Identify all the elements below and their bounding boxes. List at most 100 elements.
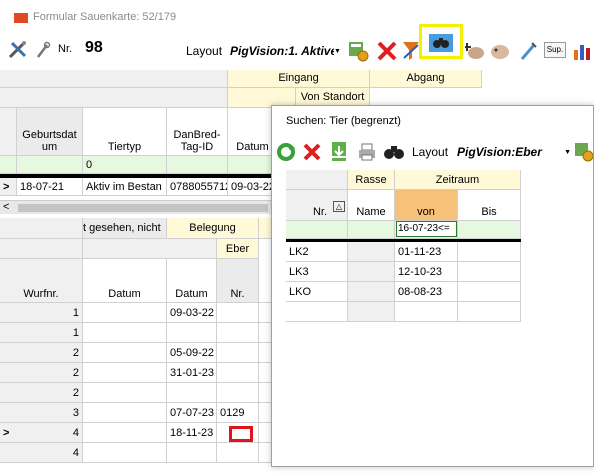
dialog-col-von[interactable]: von — [395, 190, 458, 221]
refresh-icon[interactable] — [275, 140, 297, 164]
print-icon[interactable] — [356, 140, 378, 164]
cell-datum2[interactable] — [167, 443, 217, 463]
cell-danbred[interactable]: 0788055712 — [167, 178, 228, 196]
cell-von[interactable]: 08-08-23 — [395, 282, 458, 302]
table-row[interactable]: LK2 01-11-23 — [286, 242, 521, 262]
cell-datum1[interactable] — [83, 443, 167, 463]
dialog-layout-label: Layout — [412, 145, 449, 159]
cell-wurfnr: 1 — [0, 303, 83, 323]
dialog-col-bis[interactable]: Bis — [458, 190, 521, 221]
filter-danbred[interactable] — [167, 156, 228, 174]
col-tiertyp[interactable]: Tiertyp — [83, 108, 167, 156]
dialog-filter-name[interactable] — [348, 221, 395, 239]
cell-nr[interactable] — [217, 343, 259, 363]
syringe-icon[interactable] — [518, 39, 538, 63]
cell-nr[interactable] — [217, 363, 259, 383]
cell-name[interactable] — [348, 242, 395, 262]
cell-nr[interactable] — [217, 323, 259, 343]
wrench-icon[interactable] — [34, 39, 52, 61]
cell-datum1[interactable] — [83, 343, 167, 363]
table-row[interactable]: 1 09-03-22 — [0, 303, 278, 323]
col-datum2[interactable]: Datum — [167, 259, 217, 303]
dialog-col-nr[interactable]: Nr. △ — [286, 190, 348, 221]
nr-value[interactable]: 98 — [85, 39, 103, 57]
cell-tiertyp[interactable]: Aktiv im Bestan — [83, 178, 167, 196]
top-rowheader-col — [0, 108, 17, 156]
cell-datum2[interactable]: 05-09-22 — [167, 343, 217, 363]
cell-nr[interactable] — [217, 303, 259, 323]
cell-bis[interactable] — [458, 282, 521, 302]
filter-tiertyp[interactable]: 0 — [83, 156, 167, 174]
cell-datum2[interactable]: 07-07-23 — [167, 403, 217, 423]
col-nr[interactable]: Nr. — [217, 259, 259, 303]
cell-von[interactable]: 12-10-23 — [395, 262, 458, 282]
col-geburtsdatum[interactable]: Geburtsdat um — [17, 108, 83, 156]
col-wurfnr[interactable]: Wurfnr. — [0, 259, 83, 303]
chart-icon[interactable] — [571, 39, 593, 63]
cell-datum1[interactable] — [83, 403, 167, 423]
table-row-empty[interactable] — [286, 302, 521, 322]
close-icon[interactable] — [375, 39, 399, 63]
cell-nr[interactable]: 0129 — [217, 403, 259, 423]
cell-bis[interactable] — [458, 262, 521, 282]
cell-datum2[interactable]: 09-03-22 — [167, 303, 217, 323]
layout-settings-icon[interactable] — [572, 140, 594, 164]
sort-icon[interactable]: △ — [333, 201, 345, 212]
cell-datum2[interactable] — [167, 383, 217, 403]
cell-datum2[interactable]: 18-11-23 — [167, 423, 217, 443]
cell-nr[interactable] — [286, 302, 348, 322]
cell-datum1[interactable] — [83, 363, 167, 383]
layout-settings-icon[interactable] — [346, 39, 370, 63]
cell-nr[interactable]: LKO — [286, 282, 348, 302]
dialog-filter-von[interactable]: 16-07-23<= — [395, 221, 458, 239]
cell-datum2[interactable]: 31-01-23 — [167, 363, 217, 383]
table-row[interactable]: LKO 08-08-23 — [286, 282, 521, 302]
table-row[interactable]: 1 — [0, 323, 278, 343]
filter-geburtsdatum[interactable] — [17, 156, 83, 174]
table-row[interactable]: 3 07-07-23 0129 — [0, 403, 278, 423]
download-icon[interactable] — [328, 140, 350, 164]
table-row-current[interactable]: > 4 18-11-23 — [0, 423, 278, 443]
cell-nr[interactable] — [217, 383, 259, 403]
table-row[interactable]: LK3 12-10-23 — [286, 262, 521, 282]
tools-icon[interactable] — [6, 39, 30, 61]
dialog-filter-nr[interactable]: > — [286, 221, 348, 239]
dialog-col-name[interactable]: Name — [348, 190, 395, 221]
cell-name[interactable] — [348, 282, 395, 302]
dialog-filter-bis[interactable] — [458, 221, 521, 239]
pig-icon[interactable] — [488, 39, 512, 63]
cell-bis[interactable] — [458, 242, 521, 262]
pig-add-icon[interactable] — [464, 39, 486, 63]
cell-datum1[interactable] — [83, 303, 167, 323]
dialog-layout-select[interactable]: PigVision:Eber ▼ — [457, 143, 571, 161]
cell-nr[interactable] — [217, 443, 259, 463]
col-danbred[interactable]: DanBred- Tag-ID — [167, 108, 228, 156]
cell-datum1[interactable] — [83, 423, 167, 443]
cell-datum1[interactable] — [83, 323, 167, 343]
cell-datum1[interactable] — [83, 383, 167, 403]
cell-bis[interactable] — [458, 302, 521, 322]
cell-name[interactable] — [348, 262, 395, 282]
cell-von[interactable] — [395, 302, 458, 322]
cell-nr[interactable]: LK3 — [286, 262, 348, 282]
cell-geburtsdatum[interactable]: 18-07-21 — [17, 178, 83, 196]
dialog-filter-von-input[interactable]: 16-07-23<= — [396, 221, 457, 237]
close-icon[interactable] — [300, 140, 324, 164]
cell-nr-active[interactable] — [217, 423, 259, 443]
cell-datum2[interactable] — [167, 323, 217, 343]
cell-von[interactable]: 01-11-23 — [395, 242, 458, 262]
scroll-thumb[interactable] — [18, 204, 268, 212]
layout-select[interactable]: PigVision:1. Aktive ▼ — [230, 42, 342, 60]
binoculars-icon[interactable] — [382, 140, 406, 164]
col-datum1[interactable]: Datum — [83, 259, 167, 303]
table-row[interactable]: 4 — [0, 443, 278, 463]
cell-nr[interactable]: LK2 — [286, 242, 348, 262]
table-row[interactable]: 2 — [0, 383, 278, 403]
search-button-highlight[interactable] — [419, 24, 463, 59]
sup-button[interactable]: Sup. — [544, 42, 566, 58]
top-grid-scrollbar[interactable]: < — [0, 200, 278, 214]
cell-name[interactable] — [348, 302, 395, 322]
scroll-left-button[interactable]: < — [3, 201, 9, 213]
table-row[interactable]: 2 05-09-22 — [0, 343, 278, 363]
table-row[interactable]: 2 31-01-23 — [0, 363, 278, 383]
